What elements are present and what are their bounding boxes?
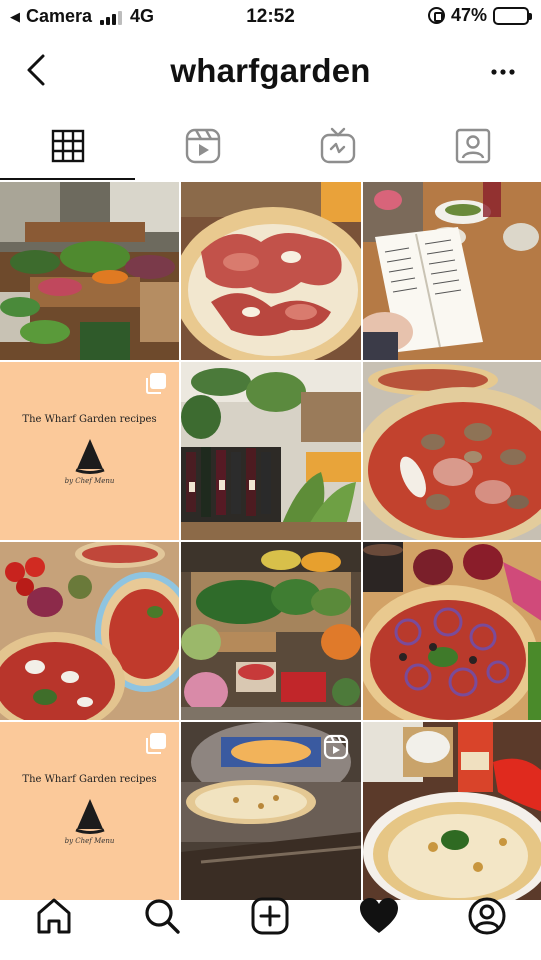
post-photo [181,542,361,720]
recipe-post-tile[interactable]: The Wharf Garden recipes by Chef Menu [0,722,179,900]
multi-photo-icon [146,733,166,754]
post-tile[interactable] [181,182,361,360]
rotation-lock-icon [427,7,445,24]
profile-tabs [0,112,541,180]
battery-icon [493,6,532,25]
multi-photo-icon [146,373,166,394]
recipe-post-tile[interactable]: The Wharf Garden recipes by Chef Menu [0,362,179,540]
nav-home-button[interactable] [26,888,82,944]
post-tile[interactable] [181,542,361,720]
grid-icon [51,129,84,163]
post-tile[interactable] [363,182,541,360]
add-post-icon [251,897,289,935]
post-photo [0,182,179,360]
post-photo [181,182,361,360]
status-bar: ◀ Camera 4G 12:52 47% [0,0,541,36]
recipe-title: The Wharf Garden recipes [22,414,157,425]
post-tile[interactable] [0,182,179,360]
recipe-title: The Wharf Garden recipes [22,774,157,785]
tab-tagged[interactable] [406,112,541,180]
battery-percent: 47% [450,5,487,25]
post-photo [363,182,541,360]
more-options-button[interactable] [483,54,523,90]
recipe-byline: by Chef Menu [64,837,115,845]
search-icon [145,899,180,934]
profile-icon [468,897,506,935]
pizza-slice-logo-icon [74,439,105,474]
profile-username: wharfgarden [170,52,371,89]
igtv-icon [320,127,356,164]
post-tile[interactable] [363,722,541,900]
post-tile[interactable] [181,362,361,540]
post-photo [0,542,179,720]
post-tile[interactable] [363,362,541,540]
home-icon [37,898,71,934]
post-tile[interactable] [181,722,361,900]
reels-icon [185,128,221,164]
pizza-slice-logo-icon [74,799,105,834]
tagged-icon [456,128,491,164]
status-right: 47% [427,5,532,26]
heart-icon [359,898,398,933]
tab-igtv[interactable] [271,112,406,180]
post-photo [363,362,541,540]
post-tile[interactable] [363,542,541,720]
post-tile[interactable] [0,542,179,720]
post-photo [363,722,541,900]
post-photo [363,542,541,720]
nav-activity-button[interactable] [351,888,407,944]
tab-reels[interactable] [135,112,270,180]
nav-new-post-button[interactable] [242,888,298,944]
more-horizontal-icon [491,69,515,75]
nav-profile-button[interactable] [459,888,515,944]
reels-icon [323,734,349,760]
profile-header: wharfgarden [0,40,541,104]
tab-grid[interactable] [0,112,136,180]
posts-grid: The Wharf Garden recipes by Chef Menu Th… [0,182,541,900]
nav-search-button[interactable] [134,888,190,944]
bottom-navigation [0,880,541,960]
post-photo [181,362,361,540]
recipe-byline: by Chef Menu [64,477,115,485]
